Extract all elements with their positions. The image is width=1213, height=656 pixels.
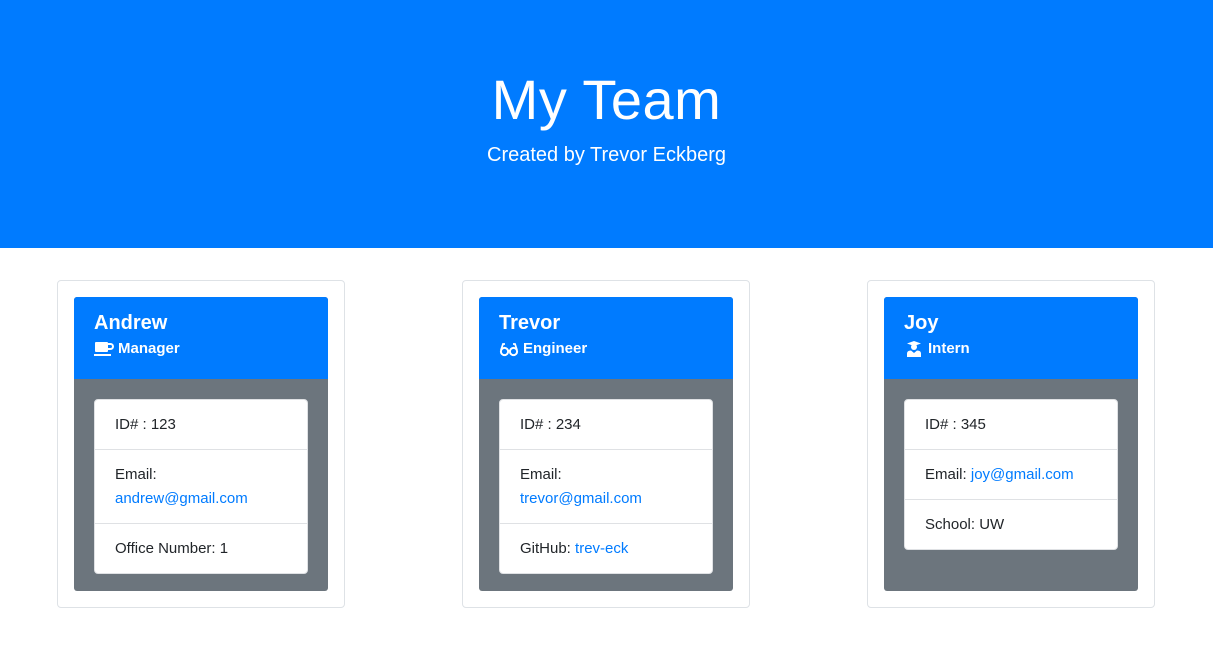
office-number-value: 1 bbox=[219, 540, 229, 557]
email-link[interactable]: trevor@gmail.com bbox=[520, 490, 642, 507]
email-item: Email: joy@gmail.com bbox=[905, 449, 1117, 499]
employee-details-list: ID# : 234 Email: trevor@gmail.com GitHub… bbox=[499, 399, 713, 574]
github-item: GitHub: trev-eck bbox=[500, 523, 712, 573]
email-item: Email: andrew@gmail.com bbox=[95, 449, 307, 523]
office-number-item: Office Number: 1 bbox=[95, 523, 307, 573]
employee-name: Joy bbox=[904, 312, 939, 334]
role-label: Engineer bbox=[523, 340, 588, 357]
employee-column-manager: Andrew Manager ID# : 123 Email: andrew@g… bbox=[57, 280, 345, 608]
email-label: Email: bbox=[520, 466, 562, 483]
employee-role: Manager bbox=[94, 339, 308, 359]
graduate-icon bbox=[904, 341, 924, 357]
email-label: Email: bbox=[925, 466, 967, 483]
office-number-label: Office Number: bbox=[115, 540, 216, 557]
card-header: Trevor Engineer bbox=[479, 297, 733, 379]
mug-icon bbox=[94, 341, 114, 357]
role-label: Manager bbox=[118, 340, 180, 357]
glasses-icon bbox=[499, 341, 519, 357]
employee-name: Andrew bbox=[94, 312, 168, 334]
email-link[interactable]: andrew@gmail.com bbox=[115, 490, 248, 507]
employee-card-andrew: Andrew Manager ID# : 123 Email: andrew@g… bbox=[74, 297, 328, 591]
header-jumbotron: My Team Created by Trevor Eckberg bbox=[0, 0, 1213, 248]
school-item: School: UW bbox=[905, 499, 1117, 549]
school-label: School: bbox=[925, 516, 976, 533]
role-label: Intern bbox=[928, 340, 970, 357]
employee-name: Trevor bbox=[499, 312, 561, 334]
school-value: UW bbox=[979, 516, 1005, 533]
email-link[interactable]: joy@gmail.com bbox=[971, 466, 1074, 483]
employee-card-joy: Joy Intern ID# : 345 Email: joy@gmail.co… bbox=[884, 297, 1138, 591]
github-label: GitHub: bbox=[520, 540, 571, 557]
employee-card-trevor: Trevor Engineer ID# : 234 Email: trevor@… bbox=[479, 297, 733, 591]
email-item: Email: trevor@gmail.com bbox=[500, 449, 712, 523]
employee-details-list: ID# : 123 Email: andrew@gmail.com Office… bbox=[94, 399, 308, 574]
card-header: Andrew Manager bbox=[74, 297, 328, 379]
github-link[interactable]: trev-eck bbox=[575, 540, 628, 557]
id-item: ID# : 123 bbox=[115, 416, 176, 433]
card-header: Joy Intern bbox=[884, 297, 1138, 379]
employee-role: Engineer bbox=[499, 339, 713, 359]
id-item: ID# : 345 bbox=[925, 416, 986, 433]
id-item: ID# : 234 bbox=[520, 416, 581, 433]
employee-role: Intern bbox=[904, 339, 1118, 359]
employee-details-list: ID# : 345 Email: joy@gmail.com School: U… bbox=[904, 399, 1118, 550]
employee-column-intern: Joy Intern ID# : 345 Email: joy@gmail.co… bbox=[867, 280, 1155, 608]
email-label: Email: bbox=[115, 466, 157, 483]
page-subtitle: Created by Trevor Eckberg bbox=[487, 144, 726, 166]
employee-column-engineer: Trevor Engineer ID# : 234 Email: trevor@… bbox=[462, 280, 750, 608]
page-title: My Team bbox=[491, 68, 722, 131]
